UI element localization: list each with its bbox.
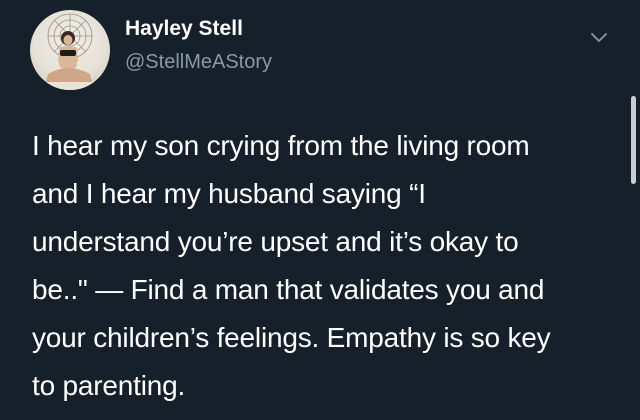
tweet-text-line: and I hear my husband saying “I xyxy=(32,178,426,209)
tweet-text-line: I hear my son crying from the living roo… xyxy=(32,130,530,161)
scrollbar[interactable] xyxy=(631,96,636,184)
tweet-card: Hayley Stell @StellMeAStory I hear my so… xyxy=(0,0,640,420)
tweet-text: I hear my son crying from the living roo… xyxy=(32,122,622,410)
profile-photo-icon xyxy=(44,13,96,90)
tweet-menu-button[interactable] xyxy=(588,26,610,48)
tweet-text-line: your children’s feelings. Empathy is so … xyxy=(32,322,551,353)
tweet-text-line: be.." — Find a man that validates you an… xyxy=(32,274,545,305)
user-handle[interactable]: @StellMeAStory xyxy=(125,51,272,74)
tweet-text-line: to parenting. xyxy=(32,370,186,401)
avatar[interactable] xyxy=(30,10,110,90)
display-name[interactable]: Hayley Stell xyxy=(125,17,243,41)
chevron-down-icon xyxy=(591,33,607,42)
tweet-text-line: understand you’re upset and it’s okay to xyxy=(32,226,519,257)
